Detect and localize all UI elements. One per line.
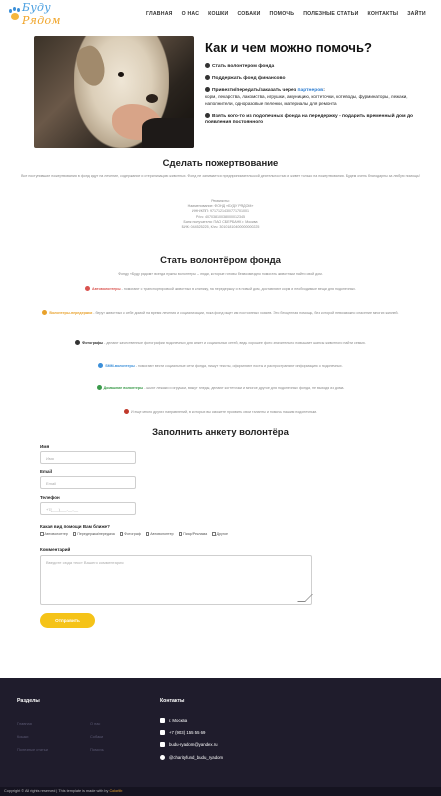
checkbox-icon — [72, 532, 77, 536]
volunteer-item-auto: Автоволонтеры - помогают с транспортиров… — [30, 286, 411, 292]
email-input[interactable]: Email — [40, 476, 136, 489]
footer-city: г. Москва — [160, 718, 187, 723]
check-auto-2[interactable]: Автоволонтер — [145, 532, 174, 536]
donation-title: Сделать пожертвование — [162, 158, 279, 169]
camera-icon — [75, 340, 81, 345]
checkbox-icon — [145, 532, 150, 536]
main-nav: ГЛАВНАЯ О НАС КОШКИ СОБАКИ ПОМОЧЬ ПОЛЕЗН… — [146, 11, 426, 17]
help-item-supplies: Привезти/передать/заказать через партнер… — [205, 87, 408, 106]
comment-textarea[interactable]: Введите сюда текст Вашего комментария — [40, 555, 313, 605]
check-pr[interactable]: Пиар/Реклама — [178, 532, 207, 536]
paw-icon — [205, 63, 210, 68]
help-item-volunteer: Стать волонтером фонда — [205, 63, 435, 70]
supplies-list: корм, лекарства, лакомства, игрушки, аму… — [205, 94, 408, 106]
checkbox-icon — [212, 532, 216, 536]
email-label: Email — [40, 469, 53, 474]
phone-icon — [160, 730, 165, 735]
help-ways: Как и чем можно помочь? Стать волонтером… — [205, 40, 435, 131]
footer-link-cats[interactable]: Кошки — [17, 734, 28, 739]
name-input[interactable]: Имя — [40, 451, 136, 464]
social-icon — [160, 755, 165, 760]
check-photo[interactable]: Фотограф — [119, 532, 141, 536]
resize-handle-icon[interactable] — [297, 594, 313, 602]
nav-item-about[interactable]: О НАС — [182, 11, 200, 17]
phone-label: Телефон — [40, 495, 60, 500]
submit-button[interactable]: Отправить — [40, 613, 95, 628]
footer-link-home[interactable]: Главная — [17, 721, 32, 726]
nav-item-articles[interactable]: ПОЛЕЗНЫЕ СТАТЬИ — [303, 11, 358, 17]
nav-item-help[interactable]: ПОМОЧЬ — [270, 11, 295, 17]
checkbox-icon — [119, 532, 124, 536]
footer-link-help[interactable]: Помочь — [90, 747, 104, 752]
requisites: Реквизиты: Наименование: ФОНД «БУДУ РЯДО… — [181, 199, 260, 230]
needle-icon — [96, 385, 102, 390]
nav-item-dogs[interactable]: СОБАКИ — [237, 11, 260, 17]
paw-icon — [205, 75, 210, 80]
copyright-bar: Copyright © All rights reserved | This t… — [0, 787, 441, 796]
share-icon — [98, 363, 104, 368]
nav-item-home[interactable]: ГЛАВНАЯ — [146, 11, 173, 17]
site-logo[interactable]: Буду Рядом — [8, 1, 78, 27]
paw-icon — [205, 113, 210, 118]
footer-phone[interactable]: +7 (903) 155 55 69 — [160, 730, 205, 735]
volunteer-item-other: И еще много других направлений, в которы… — [30, 409, 411, 415]
footer-link-dogs[interactable]: Собаки — [90, 734, 103, 739]
footer-link-articles[interactable]: Полезные статьи — [17, 747, 48, 752]
mail-icon — [160, 742, 165, 747]
hero-dog-photo — [34, 36, 194, 148]
volunteer-item-foster: Волонтеры-передержки - берут животных к … — [30, 310, 411, 316]
colorlib-link[interactable]: Colorlib — [109, 789, 122, 793]
checkbox-icon — [40, 532, 44, 536]
check-other[interactable]: Другое — [212, 532, 228, 536]
home-icon — [160, 718, 165, 723]
footer-link-about[interactable]: О нас — [90, 721, 100, 726]
check-auto[interactable]: Автоволонтер — [40, 532, 68, 536]
volunteer-item-photo: Фотографы - делают качественные фотограф… — [30, 340, 411, 346]
checkbox-icon — [178, 532, 183, 536]
volunteer-item-smm: SMM-волонтеры - помогают вести социальны… — [30, 363, 411, 369]
paw-icon — [205, 87, 210, 92]
footer-sections-title: Разделы — [17, 698, 40, 704]
help-item-finance: Поддержать фонд финансово — [205, 75, 435, 82]
footer-social[interactable]: @charityfund_budu_ryadom — [160, 755, 223, 760]
car-icon — [85, 286, 91, 291]
volunteer-item-home: Домашние волонтеры - шьют лежаки и игруш… — [30, 385, 411, 391]
paw-logo-icon — [8, 7, 20, 21]
phone-input[interactable]: +7(___)___-__-__ — [40, 502, 136, 515]
comment-label: Комментарий — [40, 547, 71, 552]
name-label: Имя — [40, 444, 50, 449]
partners-link[interactable]: партнеров — [298, 88, 324, 93]
help-title: Как и чем можно помочь? — [205, 40, 372, 55]
nav-item-cats[interactable]: КОШКИ — [208, 11, 228, 17]
footer-contacts-title: Контакты — [160, 698, 185, 704]
help-item-foster: Взять кого-то из подопечных фонда на пер… — [205, 113, 414, 125]
heart-icon — [123, 409, 129, 414]
footer-email[interactable]: budu-ryadom@yandex.ru — [160, 742, 218, 747]
form-title: Заполнить анкету волонтёра — [152, 427, 289, 438]
help-type-label: Какая вид помощи Вам ближе? — [40, 524, 110, 529]
volunteer-intro: Фонду «Буду рядом» всегда нужны волонтер… — [118, 272, 323, 276]
site-footer: Разделы Главная Кошки Полезные статьи О … — [0, 678, 441, 796]
home-icon — [42, 310, 48, 315]
help-type-checkboxes: Автоволонтер Передержка/передача Фотогра… — [40, 532, 228, 536]
nav-item-login[interactable]: ЗАЙТИ — [407, 11, 426, 17]
site-header: Буду Рядом ГЛАВНАЯ О НАС КОШКИ СОБАКИ ПО… — [0, 0, 441, 30]
donation-text: Все поступившие пожертвования в фонд иду… — [21, 174, 420, 178]
nav-item-contacts[interactable]: КОНТАКТЫ — [368, 11, 399, 17]
volunteer-title: Стать волонтёром фонда — [160, 255, 281, 266]
logo-text: Буду Рядом — [21, 1, 61, 27]
check-foster[interactable]: Передержка/передача — [72, 532, 115, 536]
